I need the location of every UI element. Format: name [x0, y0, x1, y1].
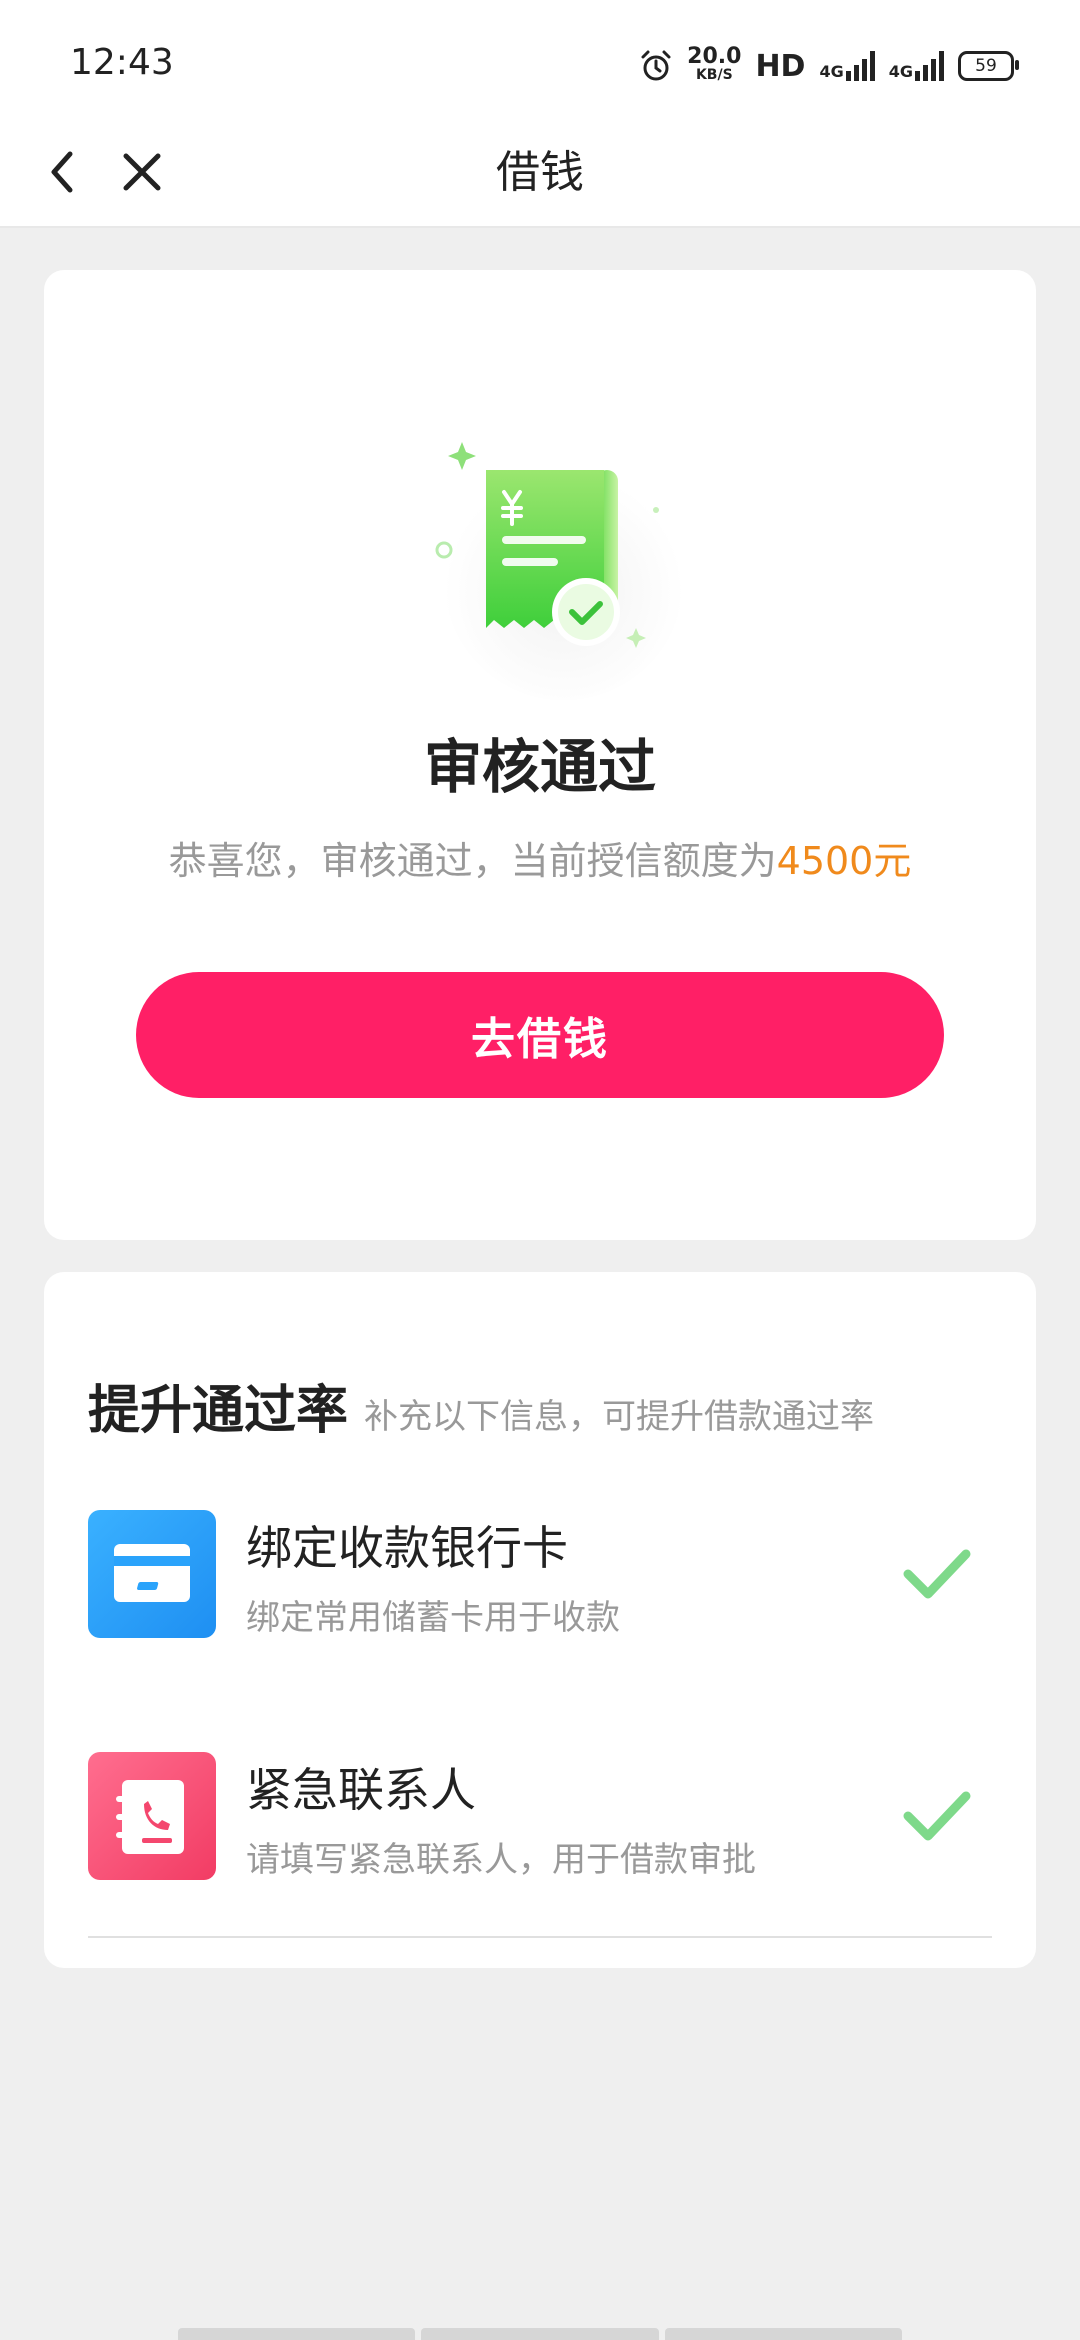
- signal-2-label: 4G: [888, 62, 913, 81]
- network-speed-unit: KB/S: [695, 67, 733, 83]
- result-description-text: 恭喜您，审核通过，当前授信额度为: [168, 839, 777, 883]
- list-item-bind-bank-card[interactable]: 绑定收款银行卡 绑定常用储蓄卡用于收款: [88, 1510, 992, 1640]
- bank-card-icon: [88, 1510, 216, 1638]
- signal-icon: [845, 51, 875, 81]
- battery-level: 59: [975, 56, 997, 76]
- list-item-description: 请填写紧急联系人，用于借款审批: [246, 1840, 756, 1880]
- borrow-button[interactable]: 去借钱: [136, 972, 944, 1098]
- status-time: 12:43: [70, 42, 174, 83]
- check-icon: [903, 1549, 971, 1599]
- home-indicator[interactable]: [178, 2328, 902, 2340]
- signal-1: 4G: [819, 51, 875, 81]
- signal-icon: [915, 51, 944, 81]
- network-speed: 20.0 KB/S: [687, 44, 742, 84]
- chevron-left-icon[interactable]: [34, 142, 94, 202]
- result-title: 审核通过: [423, 733, 656, 801]
- alarm-icon: [641, 50, 671, 81]
- contact-book-icon: [88, 1752, 216, 1880]
- list-item-description: 绑定常用储蓄卡用于收款: [246, 1598, 620, 1638]
- network-speed-value: 20.0: [687, 44, 742, 69]
- status-icons: 20.0 KB/S HD 4G 4G 59: [639, 42, 1019, 90]
- nav-bar: 借钱: [0, 120, 1080, 228]
- divider: [88, 1936, 992, 1938]
- status-bar: 12:43 20.0 KB/S HD 4G 4G 59: [0, 0, 1080, 120]
- boost-approval-card: 提升通过率 补充以下信息，可提升借款通过率 绑定收款银行卡 绑定常用储蓄卡用于收…: [44, 1272, 1036, 1968]
- hd-badge: HD: [755, 48, 806, 84]
- signal-1-label: 4G: [819, 62, 844, 81]
- battery-icon: 59: [958, 51, 1019, 81]
- boost-subtitle: 补充以下信息，可提升借款通过率: [364, 1397, 875, 1437]
- list-item-emergency-contact[interactable]: 紧急联系人 请填写紧急联系人，用于借款审批: [88, 1752, 992, 1882]
- result-description: 恭喜您，审核通过，当前授信额度为4500元: [44, 830, 1036, 885]
- boost-title: 提升通过率: [88, 1381, 349, 1441]
- approved-receipt-icon: [435, 442, 684, 700]
- credit-amount: 4500元: [776, 839, 912, 883]
- approval-result-card: 审核通过 恭喜您，审核通过，当前授信额度为4500元 去借钱: [44, 270, 1036, 1240]
- signal-2: 4G: [889, 51, 944, 81]
- boost-header: 提升通过率 补充以下信息，可提升借款通过率: [88, 1368, 874, 1443]
- list-item-title: 紧急联系人: [246, 1763, 476, 1817]
- check-icon: [903, 1791, 971, 1841]
- close-icon[interactable]: [112, 142, 172, 202]
- list-item-title: 绑定收款银行卡: [246, 1521, 568, 1575]
